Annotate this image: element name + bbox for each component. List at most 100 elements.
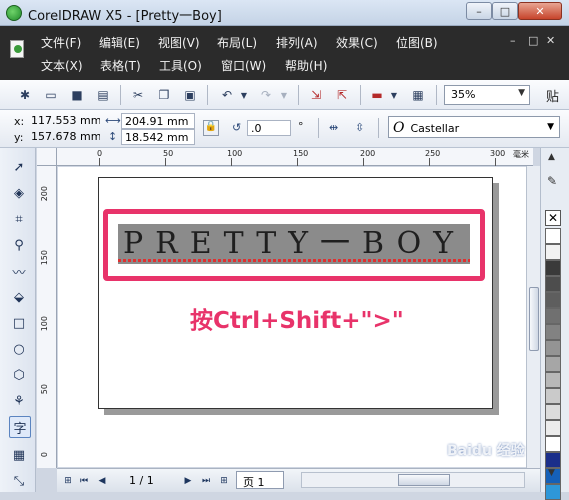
menu-arrange[interactable]: 排列(A) bbox=[276, 34, 318, 51]
color-swatch[interactable] bbox=[545, 420, 561, 436]
menu-window[interactable]: 窗口(W) bbox=[221, 57, 266, 74]
mirror-horizontal-icon[interactable]: ⇹ bbox=[329, 121, 338, 134]
pick-tool-icon[interactable]: ➚ bbox=[10, 158, 28, 176]
new-document-icon[interactable]: ✱ bbox=[17, 87, 33, 103]
palette-scroll-up-icon[interactable]: ▲ bbox=[548, 152, 555, 162]
doc-minimize-button[interactable]: – bbox=[510, 34, 516, 47]
vertical-scrollbar[interactable] bbox=[526, 166, 540, 468]
vertical-ruler: 200 150 100 50 0 bbox=[37, 166, 57, 468]
color-swatch[interactable] bbox=[545, 292, 561, 308]
paste-icon[interactable]: ▣ bbox=[182, 87, 198, 103]
publish-dropdown-icon[interactable]: ▼ bbox=[386, 87, 402, 103]
height-field[interactable]: 18.542 mm bbox=[121, 129, 195, 145]
ruler-label: 0 bbox=[40, 452, 49, 458]
shape-tool-icon[interactable]: ◈ bbox=[10, 184, 28, 202]
horizontal-scrollbar-thumb[interactable] bbox=[398, 474, 450, 486]
color-swatch[interactable] bbox=[545, 308, 561, 324]
redo-dropdown-icon[interactable]: ▼ bbox=[276, 87, 292, 103]
freehand-tool-icon[interactable]: 〰 bbox=[10, 262, 28, 281]
y-position-field[interactable]: 157.678 mm bbox=[28, 129, 100, 145]
ruler-origin[interactable] bbox=[37, 148, 57, 166]
spellcheck-underline bbox=[118, 259, 470, 262]
previous-page-icon[interactable]: ◀ bbox=[95, 474, 109, 488]
table-tool-icon[interactable]: ▦ bbox=[10, 446, 28, 464]
no-color-swatch[interactable]: ✕ bbox=[545, 210, 561, 226]
import-icon[interactable]: ⇲ bbox=[308, 87, 324, 103]
undo-dropdown-icon[interactable]: ▼ bbox=[236, 87, 252, 103]
menu-text[interactable]: 文本(X) bbox=[41, 57, 83, 74]
crop-tool-icon[interactable]: ⌗ bbox=[10, 210, 28, 228]
menu-tools[interactable]: 工具(O) bbox=[159, 57, 202, 74]
print-icon[interactable]: ▤ bbox=[95, 87, 111, 103]
color-swatch[interactable] bbox=[545, 340, 561, 356]
font-list-select[interactable]: O Castellar ▼ bbox=[388, 116, 560, 138]
doc-close-button[interactable]: ✕ bbox=[546, 34, 555, 47]
ruler-label: 100 bbox=[40, 316, 49, 332]
color-swatch[interactable] bbox=[545, 244, 561, 260]
color-swatch[interactable] bbox=[545, 356, 561, 372]
maximize-button[interactable]: □ bbox=[492, 2, 518, 20]
doc-restore-button[interactable]: □ bbox=[528, 34, 538, 47]
menu-table[interactable]: 表格(T) bbox=[100, 57, 141, 74]
rectangle-tool-icon[interactable]: □ bbox=[10, 314, 28, 332]
color-swatch[interactable] bbox=[545, 260, 561, 276]
menu-effects[interactable]: 效果(C) bbox=[336, 34, 378, 51]
copy-icon[interactable]: ❐ bbox=[156, 87, 172, 103]
color-swatch[interactable] bbox=[545, 228, 561, 244]
color-swatch[interactable] bbox=[545, 324, 561, 340]
text-tool-icon[interactable]: 字 bbox=[9, 416, 31, 438]
lock-ratio-icon[interactable]: 🔒 bbox=[203, 120, 219, 136]
paste-label[interactable]: 贴 bbox=[546, 86, 559, 105]
color-swatch[interactable] bbox=[545, 276, 561, 292]
basic-shapes-tool-icon[interactable]: ⚘ bbox=[10, 392, 28, 410]
color-swatch[interactable] bbox=[545, 484, 561, 500]
palette-scroll-down-icon[interactable]: ▼ bbox=[548, 468, 555, 478]
add-page-after-icon[interactable]: ⊞ bbox=[217, 474, 231, 488]
redo-icon[interactable]: ↷ bbox=[258, 87, 274, 103]
menu-bitmaps[interactable]: 位图(B) bbox=[396, 34, 438, 51]
horizontal-scrollbar[interactable] bbox=[301, 472, 525, 488]
color-swatch[interactable] bbox=[545, 388, 561, 404]
fullscreen-preview-icon[interactable]: ▦ bbox=[410, 87, 426, 103]
x-position-field[interactable]: 117.553 mm bbox=[28, 113, 100, 129]
next-page-icon[interactable]: ▶ bbox=[181, 474, 195, 488]
rotation-field[interactable]: .0 bbox=[247, 120, 291, 136]
minimize-button[interactable]: – bbox=[466, 2, 492, 20]
menu-file[interactable]: 文件(F) bbox=[41, 34, 81, 51]
cut-icon[interactable]: ✂ bbox=[130, 87, 146, 103]
polygon-tool-icon[interactable]: ⬡ bbox=[10, 366, 28, 384]
width-field[interactable]: 204.91 mm bbox=[121, 113, 195, 129]
color-swatch[interactable] bbox=[545, 372, 561, 388]
close-button[interactable]: ✕ bbox=[518, 2, 562, 20]
menu-view[interactable]: 视图(V) bbox=[158, 34, 200, 51]
add-page-icon[interactable]: ⊞ bbox=[61, 474, 75, 488]
color-palette: ▲ ✎ ✕ ▼ bbox=[540, 148, 569, 500]
window-title: CorelDRAW X5 - [Pretty一Boy] bbox=[28, 9, 222, 24]
undo-icon[interactable]: ↶ bbox=[219, 87, 235, 103]
ellipse-tool-icon[interactable]: ○ bbox=[10, 340, 28, 358]
rotate-icon: ↺ bbox=[232, 121, 242, 134]
color-swatch[interactable] bbox=[545, 436, 561, 452]
menu-bar: 文件(F) 编辑(E) 视图(V) 布局(L) 排列(A) 效果(C) 位图(B… bbox=[0, 26, 569, 80]
page-tab-1[interactable]: 页 1 bbox=[236, 471, 284, 489]
menu-layout[interactable]: 布局(L) bbox=[217, 34, 257, 51]
drawing-canvas[interactable]: PRETTY一BOY 按Ctrl+Shift+">" bbox=[58, 167, 526, 467]
export-icon[interactable]: ⇱ bbox=[334, 87, 350, 103]
eyedropper-icon[interactable]: ✎ bbox=[547, 174, 557, 188]
menu-help[interactable]: 帮助(H) bbox=[285, 57, 327, 74]
artistic-text-object[interactable]: PRETTY一BOY bbox=[118, 224, 470, 264]
open-folder-icon[interactable]: ▭ bbox=[43, 87, 59, 103]
first-page-icon[interactable]: ⏮ bbox=[77, 474, 91, 488]
color-swatch[interactable] bbox=[545, 452, 561, 468]
publish-pdf-icon[interactable]: ▬ bbox=[369, 87, 385, 103]
vertical-scrollbar-thumb[interactable] bbox=[529, 287, 539, 351]
menu-edit[interactable]: 编辑(E) bbox=[99, 34, 140, 51]
zoom-level-select[interactable]: 35% ▼ bbox=[444, 85, 530, 105]
color-swatch[interactable] bbox=[545, 404, 561, 420]
dimension-tool-icon[interactable]: ⤡ bbox=[10, 472, 28, 490]
smart-fill-tool-icon[interactable]: ⬙ bbox=[10, 288, 28, 306]
zoom-tool-icon[interactable]: ⚲ bbox=[10, 236, 28, 254]
last-page-icon[interactable]: ⏭ bbox=[199, 474, 213, 488]
mirror-vertical-icon[interactable]: ⇳ bbox=[355, 121, 364, 134]
save-icon[interactable]: ■ bbox=[69, 87, 85, 103]
